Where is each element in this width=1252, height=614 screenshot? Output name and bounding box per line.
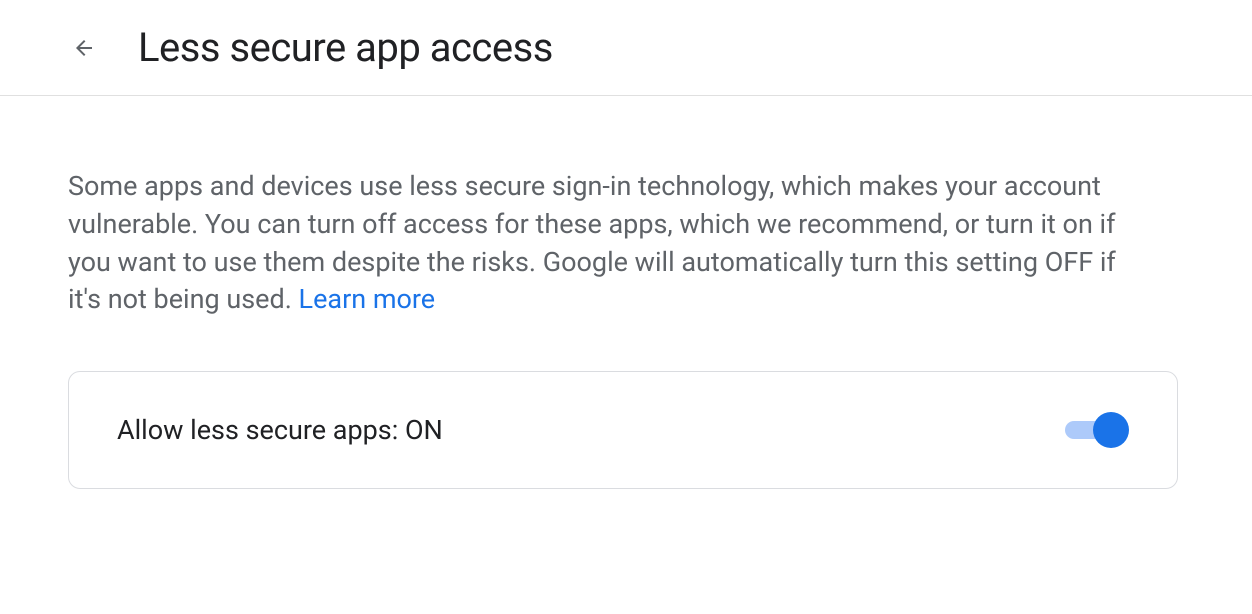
back-arrow-icon[interactable] [72,36,96,60]
setting-card: Allow less secure apps: ON [68,371,1178,489]
learn-more-link[interactable]: Learn more [299,283,436,315]
content-area: Some apps and devices use less secure si… [0,96,1252,489]
allow-less-secure-apps-label: Allow less secure apps: ON [117,414,443,446]
description-text: Some apps and devices use less secure si… [68,168,1128,319]
page-header: Less secure app access [0,0,1252,96]
allow-less-secure-apps-toggle[interactable] [1065,412,1129,448]
page-title: Less secure app access [138,24,553,71]
description-body: Some apps and devices use less secure si… [68,170,1116,315]
toggle-thumb [1093,412,1129,448]
